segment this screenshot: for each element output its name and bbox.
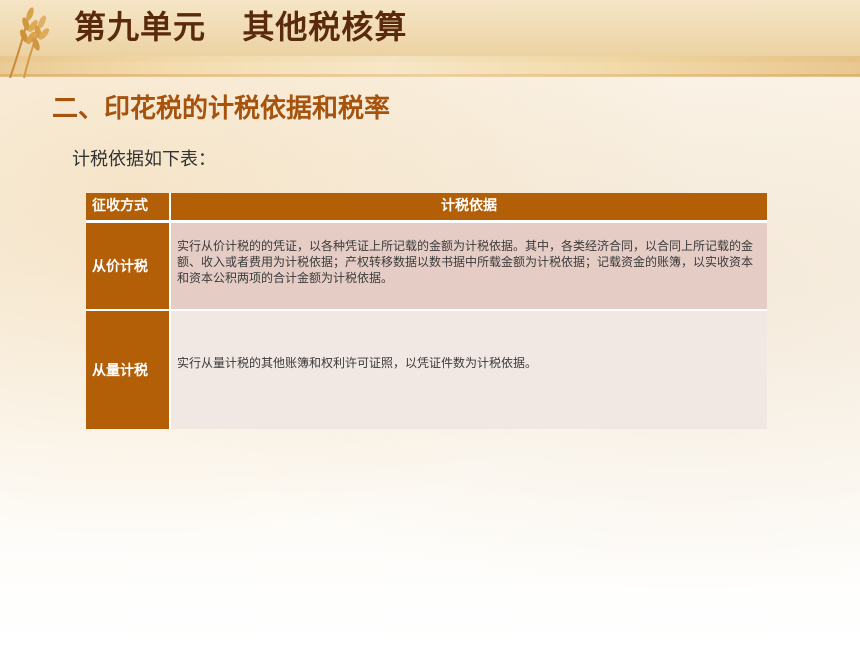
row-method-specific: 从量计税 [86, 311, 171, 429]
slide-title: 第九单元 其他税核算 [74, 8, 408, 46]
tax-basis-table: 征收方式 计税依据 从价计税 实行从价计税的的凭证，以各种凭证上所记载的金额为计… [86, 193, 767, 429]
slide: 第九单元 其他税核算 二、印花税的计税依据和税率 计税依据如下表： 征收方式 计… [0, 0, 860, 645]
table-row: 从量计税 实行从量计税的其他账簿和权利许可证照，以凭证件数为计税依据。 [86, 311, 767, 429]
banner-decorative-band [0, 56, 860, 76]
row-method-ad-valorem: 从价计税 [86, 223, 171, 311]
header-collection-method: 征收方式 [86, 193, 171, 223]
wheat-icon [9, 7, 50, 78]
banner-divider [0, 74, 860, 77]
row-basis-specific: 实行从量计税的其他账簿和权利许可证照，以凭证件数为计税依据。 [171, 311, 767, 429]
header-tax-basis: 计税依据 [171, 193, 767, 223]
table-header-row: 征收方式 计税依据 [86, 193, 767, 223]
row-basis-ad-valorem: 实行从价计税的的凭证，以各种凭证上所记载的金额为计税依据。其中，各类经济合同，以… [171, 223, 767, 311]
intro-text: 计税依据如下表： [72, 149, 216, 170]
table-row: 从价计税 实行从价计税的的凭证，以各种凭证上所记载的金额为计税依据。其中，各类经… [86, 223, 767, 311]
section-heading: 二、印花税的计税依据和税率 [52, 94, 391, 124]
